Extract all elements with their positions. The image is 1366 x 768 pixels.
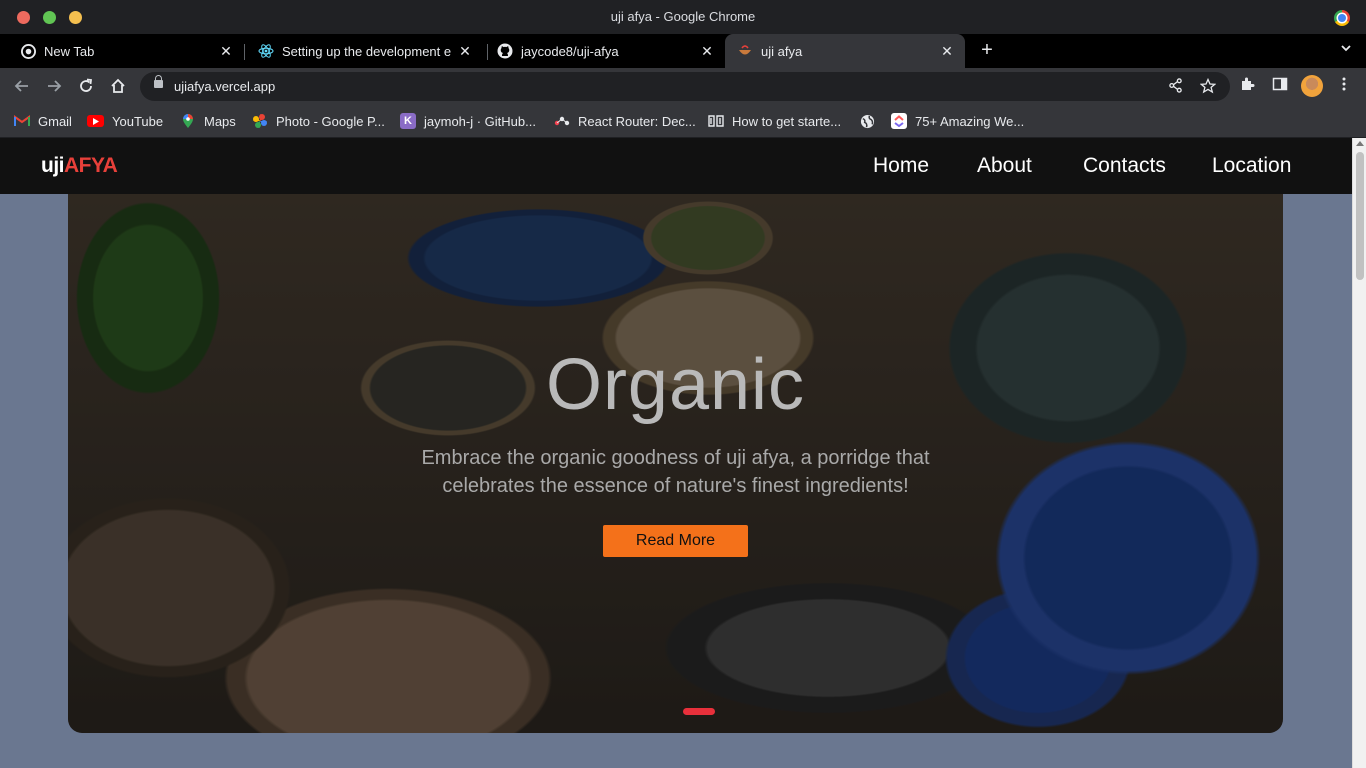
react-icon [258, 43, 274, 59]
globe-icon [859, 113, 875, 129]
back-button[interactable] [11, 75, 33, 97]
heroku-icon: K [400, 113, 416, 129]
hero-title: Organic [545, 345, 806, 425]
forward-button[interactable] [43, 75, 65, 97]
clickup-icon [891, 113, 907, 129]
tab-new-tab[interactable]: New Tab ✕ [0, 34, 244, 68]
scroll-up-arrow-icon[interactable] [1356, 141, 1364, 146]
bookmark-jaymoh-github[interactable]: K jaymoh-j · GitHub... [400, 109, 536, 133]
logo-uji: uji [41, 154, 65, 177]
bookmark-gmail[interactable]: Gmail [14, 109, 72, 133]
scrollbar-thumb[interactable] [1356, 152, 1364, 280]
page-scrollbar[interactable] [1352, 138, 1366, 768]
bookmark-how-to-get-started[interactable]: How to get starte... [708, 109, 841, 133]
bookmark-label: jaymoh-j · GitHub... [424, 113, 536, 129]
hero-carousel: Organic Embrace the organic goodness of … [68, 178, 1283, 733]
window-titlebar: uji afya - Google Chrome [0, 0, 1366, 34]
nav-contacts-link[interactable]: Contacts [1083, 154, 1166, 178]
url-text[interactable]: ujiafya.vercel.app [174, 79, 275, 94]
side-panel-icon[interactable] [1272, 76, 1288, 96]
reload-button[interactable] [75, 75, 97, 97]
close-icon[interactable]: ✕ [697, 43, 717, 60]
chrome-icon [1334, 10, 1350, 26]
youtube-icon [87, 115, 104, 127]
lock-icon[interactable] [154, 75, 163, 88]
window-title: uji afya - Google Chrome [610, 9, 756, 24]
chrome-icon [20, 43, 36, 59]
bookmark-label: Gmail [38, 113, 72, 129]
bookmark-maps[interactable]: Maps [180, 109, 236, 133]
uji-afya-favicon [737, 43, 753, 59]
react-router-icon [554, 113, 570, 129]
gmail-icon [14, 113, 30, 129]
bookmark-globe[interactable] [859, 109, 883, 133]
bookmark-react-router[interactable]: React Router: Dec... [554, 109, 696, 133]
kebab-menu-icon[interactable] [1337, 76, 1351, 96]
tab-strip: New Tab ✕ Setting up the development e ✕… [0, 34, 1366, 68]
home-button[interactable] [107, 75, 129, 97]
site-logo[interactable]: ujiAFYA [41, 154, 118, 178]
docs-icon [708, 113, 724, 129]
close-icon[interactable]: ✕ [216, 43, 236, 60]
extensions-puzzle-icon[interactable] [1240, 76, 1256, 96]
bookmark-label: Photo - Google P... [276, 113, 385, 129]
close-icon[interactable]: ✕ [937, 43, 957, 60]
close-icon[interactable]: ✕ [455, 43, 475, 60]
tab-setting-up[interactable]: Setting up the development e ✕ [238, 34, 483, 68]
page-viewport: Organic Embrace the organic goodness of … [0, 138, 1352, 768]
read-more-button[interactable]: Read More [603, 525, 748, 557]
bookmark-label: YouTube [112, 113, 164, 129]
bookmark-75-amazing[interactable]: 75+ Amazing We... [891, 109, 1024, 133]
bookmark-youtube[interactable]: YouTube [87, 109, 163, 133]
browser-toolbar: ujiafya.vercel.app [0, 68, 1366, 105]
bookmark-photos[interactable]: Photo - Google P... [252, 109, 385, 133]
bookmark-star-icon[interactable] [1199, 77, 1217, 98]
carousel-indicator[interactable] [683, 708, 715, 715]
share-icon[interactable] [1168, 78, 1183, 97]
tab-search-chevron-icon[interactable] [1340, 42, 1352, 57]
tab-uji-afya[interactable]: uji afya ✕ [725, 34, 965, 68]
bookmark-label: Maps [204, 113, 236, 129]
tab-github-repo[interactable]: jaycode8/uji-afya ✕ [477, 34, 725, 68]
tab-label: jaycode8/uji-afya [521, 43, 619, 59]
address-bar[interactable]: ujiafya.vercel.app [140, 72, 1230, 101]
hero-description: Embrace the organic goodness of uji afya… [421, 447, 930, 497]
nav-home-link[interactable]: Home [873, 154, 929, 178]
bookmark-label: 75+ Amazing We... [915, 113, 1025, 129]
bookmark-label: How to get starte... [732, 113, 842, 129]
nav-about-link[interactable]: About [977, 154, 1032, 178]
logo-afya: AFYA [64, 154, 118, 177]
github-icon [497, 43, 513, 59]
photos-icon [252, 113, 268, 129]
tab-label: uji afya [761, 43, 803, 59]
new-tab-button[interactable]: + [977, 40, 997, 60]
bookmarks-bar: Gmail YouTube Maps Photo - Google P... K… [0, 105, 1366, 138]
maps-icon [180, 113, 196, 129]
nav-location-link[interactable]: Location [1212, 154, 1291, 178]
bookmark-label: React Router: Dec... [578, 113, 696, 129]
tab-label: Setting up the development e [282, 43, 452, 59]
site-navbar: ujiAFYA Home About Contacts Location [0, 138, 1352, 194]
tab-label: New Tab [44, 43, 95, 59]
profile-avatar[interactable] [1301, 75, 1323, 97]
